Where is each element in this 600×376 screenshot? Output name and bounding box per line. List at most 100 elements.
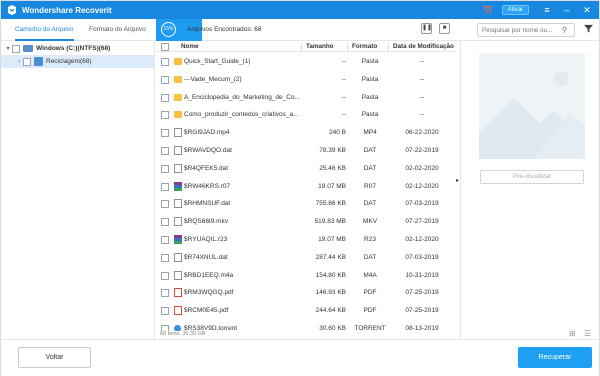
row-checkbox[interactable]: [161, 164, 169, 173]
pdf-file-icon: [174, 306, 182, 316]
app-window: Wondershare Recoverit Ativar ≡ – ✕ Camin…: [0, 0, 600, 376]
file-format: Pasta: [361, 111, 379, 119]
table-row[interactable]: Quick_Start_Guide_(1) -- Pasta --: [156, 53, 455, 71]
file-name: $R4QFEK5.dat: [184, 164, 229, 172]
file-format: R07: [364, 182, 376, 190]
table-row[interactable]: $RQS66I9.mkv 519.83 MB MKV 07-27-2019: [156, 213, 455, 231]
tree-item-recycle-bin[interactable]: › Reciclagem(68): [1, 55, 155, 68]
archive-file-icon: [174, 235, 182, 244]
search-icon[interactable]: ⚲: [562, 26, 567, 34]
file-name: $RWAVDQO.dat: [184, 147, 232, 154]
filter-icon[interactable]: [584, 24, 593, 35]
column-divider[interactable]: [347, 43, 348, 51]
row-checkbox[interactable]: [161, 253, 169, 262]
row-checkbox[interactable]: [161, 111, 169, 120]
file-format: Pasta: [361, 58, 379, 65]
file-format: Pasta: [361, 75, 379, 83]
app-title: Wondershare Recoverit: [22, 5, 112, 15]
file-name: $R74XNUL.dat: [184, 253, 228, 261]
menu-icon[interactable]: ≡: [539, 5, 555, 15]
activate-button[interactable]: Ativar: [501, 5, 529, 15]
table-row[interactable]: $RBD1EEQ.m4a 154.80 KB M4A 10-31-2019: [156, 267, 455, 285]
file-date: 02-12-2020: [405, 182, 439, 190]
column-divider[interactable]: [301, 43, 302, 51]
close-icon[interactable]: ✕: [579, 5, 595, 16]
column-divider[interactable]: [388, 43, 389, 51]
table-row[interactable]: $RM3WQGQ.pdf 146.93 KB PDF 07-25-2019: [156, 284, 455, 302]
row-checkbox[interactable]: [161, 182, 169, 191]
recover-button[interactable]: Recuperar: [518, 347, 592, 368]
table-row[interactable]: ---Vade_Mecum_(2) -- Pasta --: [156, 71, 455, 89]
file-date: --: [419, 58, 425, 65]
tree-item-label: Reciclagem(68): [46, 58, 92, 65]
file-date: 07-03-2019: [405, 200, 439, 208]
select-all-checkbox[interactable]: [161, 42, 169, 51]
minimize-icon[interactable]: –: [559, 5, 575, 15]
table-row[interactable]: $RCM0E45.pdf 244.64 KB PDF 07-25-2019: [156, 302, 455, 320]
table-row[interactable]: $RYUAQIL.r23 19.07 MB R23 02-12-2020: [156, 231, 455, 249]
grid-view-icon[interactable]: ⊞: [569, 329, 576, 338]
cart-icon[interactable]: [482, 4, 492, 16]
expand-arrow-icon[interactable]: ›: [15, 59, 23, 65]
column-header-size[interactable]: Tamanho: [306, 41, 334, 52]
file-icon: [174, 199, 182, 209]
file-size: --: [341, 58, 346, 65]
file-name: $RM3WQGQ.pdf: [184, 289, 234, 297]
row-checkbox[interactable]: [161, 58, 169, 66]
row-checkbox[interactable]: [161, 93, 169, 102]
folder-icon: [174, 75, 182, 83]
file-name: $RBD1EEQ.m4a: [184, 271, 234, 279]
table-row[interactable]: $RHMNSUF.dat 755.86 KB DAT 07-03-2019: [156, 195, 455, 213]
row-checkbox[interactable]: [161, 271, 169, 280]
file-size: 19.07 MB: [318, 182, 346, 190]
table-row[interactable]: Como_produzir_contedos_criativos_a... -- P…: [156, 106, 455, 124]
table-row[interactable]: $RS38V9D.torrent 30.60 KB TORRENT 08-13-201…: [156, 320, 455, 331]
table-row[interactable]: $RW46KRS.r07 19.07 MB R07 02-12-2020: [156, 178, 455, 196]
column-header-format[interactable]: Formato: [352, 41, 377, 52]
table-row[interactable]: $RGI9JAD.mp4 240 B MP4 06-22-2020: [156, 124, 455, 142]
file-size: --: [341, 111, 346, 119]
file-format: DAT: [363, 200, 377, 208]
pause-icon[interactable]: ❚❚: [421, 23, 432, 34]
file-date: 07-25-2019: [405, 307, 439, 315]
folder-icon: [174, 111, 182, 119]
table-row[interactable]: A_Enciclopedia_do_Marketing_de_Co... -- Pa…: [156, 89, 455, 107]
checkbox[interactable]: [23, 57, 31, 66]
table-row[interactable]: $R4QFEK5.dat 25.46 KB DAT 02-02-2020: [156, 160, 455, 178]
row-checkbox[interactable]: [161, 307, 169, 316]
row-checkbox[interactable]: [161, 75, 169, 84]
tab-file-format[interactable]: Formato do Arquivo: [89, 19, 146, 41]
column-header-name[interactable]: Nome: [181, 41, 199, 52]
file-size: --: [341, 93, 346, 101]
tree-item-windows-drive[interactable]: ▾ Windows (C:)(NTFS)(68): [1, 42, 155, 55]
file-size: 240 B: [329, 129, 346, 137]
preview-button[interactable]: Pré-visualizar: [480, 170, 584, 184]
row-checkbox[interactable]: [161, 218, 169, 227]
row-checkbox[interactable]: [161, 289, 169, 298]
file-name: $RQS66I9.mkv: [184, 218, 229, 226]
folder-tree: ▾ Windows (C:)(NTFS)(68) › Reciclagem(68…: [1, 41, 155, 339]
preview-placeholder-image: [479, 53, 585, 159]
table-row[interactable]: $RWAVDQO.dat 78.39 KB DAT 07-22-2019: [156, 142, 455, 160]
collapse-preview-arrow-icon[interactable]: ▸: [456, 177, 459, 184]
file-icon: [174, 217, 182, 227]
table-row[interactable]: $R74XNUL.dat 287.44 KB DAT 07-03-2019: [156, 249, 455, 267]
tab-file-path[interactable]: Caminho do Arquivo: [15, 19, 74, 41]
file-format: MKV: [362, 218, 378, 226]
row-checkbox[interactable]: [161, 200, 169, 209]
stop-icon[interactable]: ■: [439, 23, 450, 34]
search-input[interactable]: [482, 26, 562, 34]
app-logo-icon: [7, 5, 17, 15]
collapse-arrow-icon[interactable]: ▾: [4, 45, 12, 52]
search-box[interactable]: ⚲: [477, 23, 575, 37]
back-button[interactable]: Voltar: [18, 347, 91, 368]
checkbox[interactable]: [12, 44, 20, 53]
row-checkbox[interactable]: [161, 147, 169, 155]
file-name: $RCM0E45.pdf: [184, 307, 229, 315]
file-date: 02-12-2020: [405, 236, 439, 243]
row-checkbox[interactable]: [161, 129, 169, 138]
list-view-icon[interactable]: ☰: [584, 329, 591, 338]
column-header-date[interactable]: Data de Modificação: [393, 41, 454, 52]
file-name: $RGI9JAD.mp4: [184, 129, 230, 137]
row-checkbox[interactable]: [161, 236, 169, 244]
